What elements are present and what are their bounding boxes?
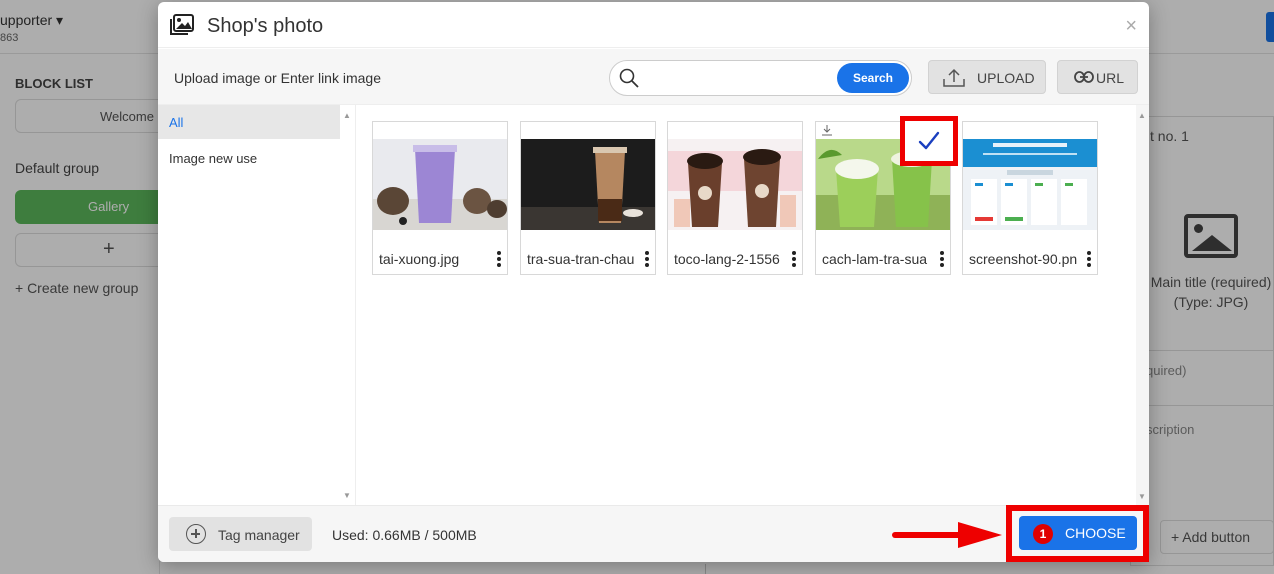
- image-name: cach-lam-tra-sua: [822, 251, 928, 267]
- shop-photo-dialog: Shop's photo × Upload image or Enter lin…: [158, 2, 1149, 562]
- sidebar-item-all[interactable]: All: [158, 105, 340, 139]
- selection-count-badge: 1: [1033, 524, 1053, 544]
- upload-label: UPLOAD: [977, 70, 1035, 86]
- sidebar-item-image-new-use[interactable]: Image new use: [158, 141, 340, 175]
- image-card[interactable]: tra-sua-tran-chau: [520, 121, 656, 275]
- image-grid: tai-xuong.jpg tra-sua-tran-chau toco-lan…: [356, 105, 1149, 505]
- image-card[interactable]: toco-lang-2-1556: [667, 121, 803, 275]
- scroll-down-icon[interactable]: ▼: [343, 491, 353, 501]
- image-name: toco-lang-2-1556: [674, 251, 780, 267]
- scroll-up-icon[interactable]: ▲: [343, 111, 353, 121]
- upload-button[interactable]: UPLOAD: [928, 60, 1046, 94]
- image-thumbnail: [668, 139, 802, 230]
- image-name: screenshot-90.png: [969, 251, 1077, 267]
- dialog-title: Shop's photo: [207, 15, 324, 37]
- dialog-header: Shop's photo ×: [158, 2, 1149, 48]
- check-icon: [918, 131, 940, 150]
- tag-manager-button[interactable]: Tag manager: [169, 517, 312, 551]
- folder-sidebar: All Image new use ▲ ▼: [158, 105, 356, 505]
- image-card[interactable]: screenshot-90.png: [962, 121, 1098, 275]
- selected-checkmark[interactable]: [900, 116, 958, 166]
- close-icon[interactable]: ×: [1125, 16, 1137, 36]
- more-options-icon[interactable]: [1084, 250, 1094, 268]
- more-options-icon[interactable]: [494, 250, 504, 268]
- search-button[interactable]: Search: [837, 63, 909, 93]
- url-label: URL: [1096, 70, 1125, 86]
- image-name: tai-xuong.jpg: [379, 251, 460, 267]
- upload-icon: [943, 68, 965, 87]
- more-options-icon[interactable]: [789, 250, 799, 268]
- search-box: Search: [609, 60, 912, 96]
- search-input[interactable]: [648, 66, 838, 90]
- storage-usage: Used: 0.66MB / 500MB: [332, 527, 477, 543]
- image-gallery-icon: [170, 14, 194, 35]
- upload-hint: Upload image or Enter link image: [174, 70, 381, 86]
- tag-manager-label: Tag manager: [218, 527, 300, 543]
- scroll-down-icon[interactable]: ▼: [1138, 492, 1146, 501]
- choose-button[interactable]: 1 CHOOSE: [1019, 516, 1137, 550]
- download-icon[interactable]: [821, 124, 833, 136]
- grid-scrollbar[interactable]: ▲ ▼: [1136, 105, 1149, 505]
- image-card[interactable]: tai-xuong.jpg: [372, 121, 508, 275]
- plus-circle-icon: [186, 524, 206, 544]
- dialog-toolbar: Upload image or Enter link image Search …: [158, 49, 1149, 105]
- image-thumbnail: [373, 139, 507, 230]
- scroll-up-icon[interactable]: ▲: [1138, 111, 1146, 120]
- search-icon: [619, 68, 639, 88]
- more-options-icon[interactable]: [937, 250, 947, 268]
- image-thumbnail: [521, 139, 655, 230]
- image-name: tra-sua-tran-chau: [527, 251, 635, 267]
- choose-label: CHOOSE: [1065, 525, 1126, 541]
- link-icon: [1074, 71, 1094, 83]
- more-options-icon[interactable]: [642, 250, 652, 268]
- url-button[interactable]: URL: [1057, 60, 1138, 94]
- arrow-annotation-icon: [892, 522, 1002, 548]
- image-thumbnail: [963, 139, 1097, 230]
